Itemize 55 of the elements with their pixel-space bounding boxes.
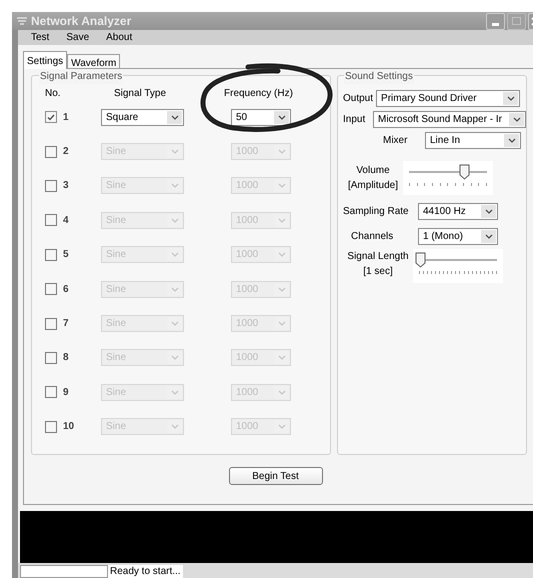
row-number: 10 [63, 420, 76, 434]
input-dropdown[interactable]: Microsoft Sound Mapper - Ir [373, 111, 526, 128]
slider[interactable] [413, 249, 503, 283]
menu-item[interactable]: About [106, 30, 132, 45]
field-label: [1 sec] [363, 265, 393, 279]
mixer-dropdown[interactable]: Line In [425, 132, 521, 149]
tab[interactable]: Waveform [67, 54, 120, 69]
row-number: 7 [63, 317, 70, 332]
group-title: Signal Parameters [39, 69, 124, 84]
checkbox[interactable] [45, 214, 57, 226]
field-label: Mixer [383, 134, 408, 148]
frequency-dropdown[interactable]: 50 [231, 108, 291, 126]
column-header: Signal Type [112, 87, 168, 100]
signal-type-dropdown[interactable]: Square [101, 108, 184, 126]
checkbox[interactable] [45, 283, 57, 296]
checkbox[interactable] [45, 146, 57, 158]
slider-thumb[interactable] [459, 164, 470, 180]
field-label: Volume [356, 164, 390, 178]
group-title: Sound Settings [344, 69, 414, 84]
menu-item[interactable]: Test [31, 30, 50, 45]
field-label: Sampling Rate [343, 205, 410, 219]
row-number: 3 [63, 179, 70, 194]
begin-test-button[interactable]: Begin Test [228, 467, 322, 485]
row-number: 9 [63, 386, 70, 400]
checkbox[interactable] [45, 352, 57, 364]
checkbox[interactable] [45, 386, 57, 398]
row-number: 6 [63, 282, 70, 297]
field-label: Signal Length [347, 250, 409, 264]
channels-dropdown[interactable]: 1 (Mono) [418, 228, 498, 245]
app-icon [16, 16, 28, 26]
checkbox[interactable] [45, 111, 57, 124]
column-header: Frequency (Hz) [224, 87, 293, 100]
slider-thumb[interactable] [415, 252, 426, 268]
minimize-button[interactable] [486, 12, 505, 30]
status-text: Ready to start... [108, 565, 183, 578]
row-number: 1 [63, 110, 70, 125]
field-label: [Amplitude] [348, 179, 398, 193]
window-title: Network Analyzer [31, 13, 132, 30]
tab[interactable]: Settings [23, 51, 68, 69]
row-number: 5 [63, 248, 70, 262]
sampling-rate-dropdown[interactable]: 44100 Hz [418, 203, 498, 220]
row-number: 8 [63, 351, 70, 366]
slider[interactable] [403, 161, 493, 195]
column-header: No. [45, 87, 62, 100]
checkbox[interactable] [45, 248, 57, 261]
menu-item[interactable]: Save [66, 30, 90, 45]
checkbox[interactable] [45, 318, 57, 330]
checkbox[interactable] [45, 420, 57, 433]
checkbox[interactable] [45, 180, 57, 192]
field-label: Channels [350, 230, 394, 244]
output-dropdown[interactable]: Primary Sound Driver [376, 90, 520, 107]
field-label: Output [343, 92, 374, 106]
row-number: 2 [63, 145, 70, 160]
row-number: 4 [63, 214, 70, 228]
field-label: Input [343, 113, 366, 127]
